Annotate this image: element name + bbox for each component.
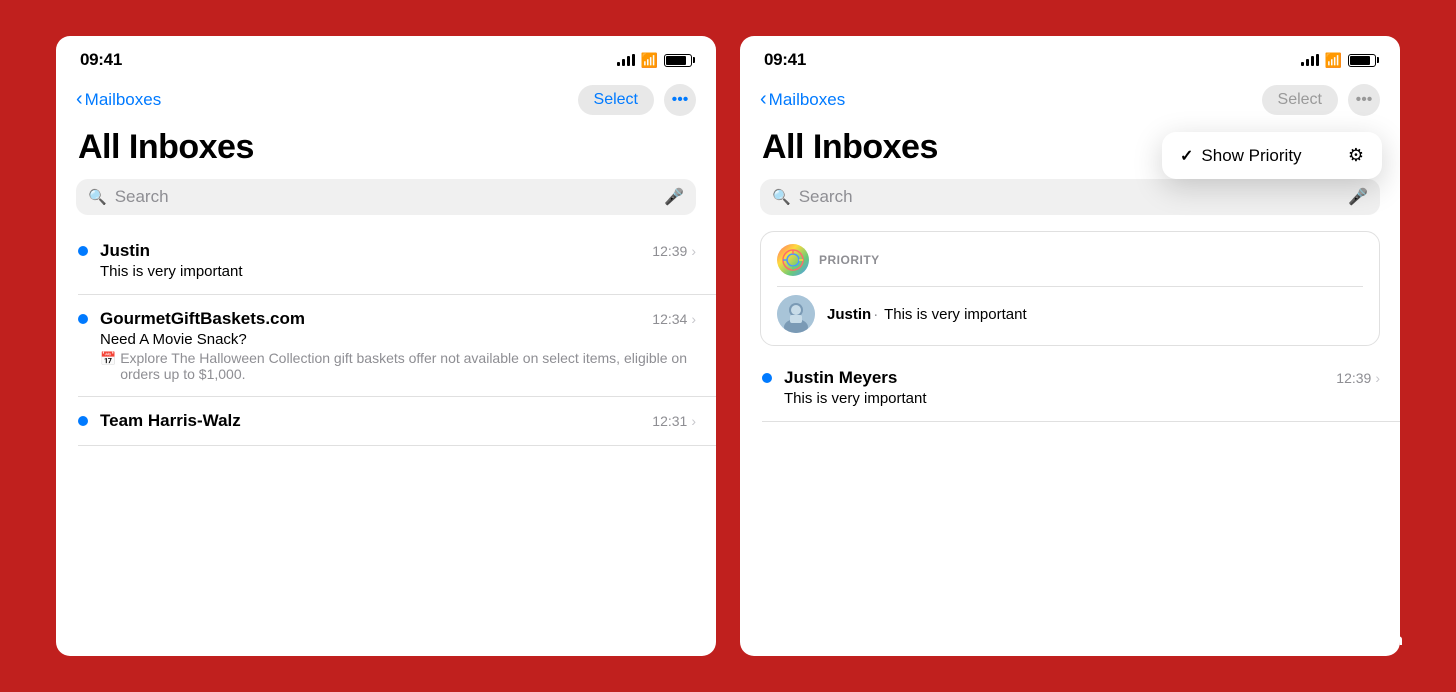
left-unread-dot-gourmet (78, 314, 88, 324)
left-email-sender-gourmet: GourmetGiftBaskets.com (100, 309, 305, 329)
dropdown-gear-icon[interactable]: ⚙ (1348, 145, 1364, 166)
left-select-button[interactable]: Select (578, 85, 654, 115)
priority-sender: Justin (827, 306, 871, 323)
right-email-time-justin-meyers: 12:39 (1336, 370, 1371, 386)
left-email-header-harris: Team Harris-Walz 12:31 › (100, 411, 696, 431)
right-status-bar: 09:41 📶 (740, 36, 1400, 80)
right-phone-screen: 09:41 📶 ‹ Mailboxes (740, 36, 1400, 656)
left-email-content-justin: Justin 12:39 › This is very important (100, 241, 696, 280)
left-email-item-gourmet[interactable]: GourmetGiftBaskets.com 12:34 › Need A Mo… (78, 295, 716, 397)
left-search-icon: 🔍 (88, 188, 107, 206)
left-email-item-justin[interactable]: Justin 12:39 › This is very important (78, 227, 716, 295)
watermark: GadgetHacks.com (1263, 632, 1403, 650)
dropdown-checkmark-icon: ✓ (1180, 146, 1193, 166)
right-signal-icon (1301, 54, 1319, 66)
right-wifi-icon: 📶 (1325, 52, 1342, 69)
right-status-time: 09:41 (764, 50, 806, 70)
left-back-button[interactable]: ‹ Mailboxes (76, 89, 161, 111)
priority-header: PRIORITY (777, 244, 1363, 286)
right-mailboxes-link[interactable]: Mailboxes (769, 90, 846, 110)
right-unread-dot-justin-meyers (762, 373, 772, 383)
dropdown-show-priority-label: Show Priority (1201, 146, 1339, 166)
left-email-header-gourmet: GourmetGiftBaskets.com 12:34 › (100, 309, 696, 329)
right-nav-actions: Select ••• (1262, 84, 1380, 116)
left-phone-screen: 09:41 📶 ‹ Mailboxes (56, 36, 716, 656)
left-email-sender-justin: Justin (100, 241, 150, 261)
left-status-bar: 09:41 📶 (56, 36, 716, 80)
left-email-content-harris: Team Harris-Walz 12:31 › (100, 411, 696, 431)
left-email-time-gourmet: 12:34 (652, 311, 687, 327)
priority-avatar (777, 295, 815, 333)
right-search-icon: 🔍 (772, 188, 791, 206)
right-search-placeholder: Search (799, 187, 1340, 207)
right-more-button[interactable]: ••• (1348, 84, 1380, 116)
left-unread-dot-justin (78, 246, 88, 256)
right-email-subject-justin-meyers: This is very important (784, 390, 1380, 407)
left-email-chevron-harris: › (691, 413, 696, 429)
left-search-bar[interactable]: 🔍 Search 🎤 (76, 179, 696, 215)
left-status-icons: 📶 (617, 52, 692, 69)
priority-email-text: Justin· This is very important (827, 306, 1027, 323)
right-status-icons: 📶 (1301, 52, 1376, 69)
left-email-header-justin: Justin 12:39 › (100, 241, 696, 261)
left-email-chevron-justin: › (691, 243, 696, 259)
left-nav-actions: Select ••• (578, 84, 696, 116)
dropdown-menu[interactable]: ✓ Show Priority ⚙ (1162, 132, 1382, 179)
right-mic-icon[interactable]: 🎤 (1348, 187, 1368, 207)
left-calendar-icon: 📅 (100, 351, 116, 367)
left-status-time: 09:41 (80, 50, 122, 70)
right-email-item-justin-meyers[interactable]: Justin Meyers 12:39 › This is very impor… (762, 354, 1400, 422)
right-email-content-justin-meyers: Justin Meyers 12:39 › This is very impor… (784, 368, 1380, 407)
priority-icon (777, 244, 809, 276)
left-nav-bar: ‹ Mailboxes Select ••• (56, 80, 716, 124)
outer-container: 09:41 📶 ‹ Mailboxes (33, 30, 1423, 662)
right-email-sender-justin-meyers: Justin Meyers (784, 368, 897, 388)
left-wifi-icon: 📶 (641, 52, 658, 69)
left-ellipsis-icon: ••• (672, 91, 689, 109)
left-battery-icon (664, 54, 692, 67)
left-unread-dot-harris (78, 416, 88, 426)
priority-email[interactable]: Justin· This is very important (777, 286, 1363, 333)
left-email-time-justin: 12:39 (652, 243, 687, 259)
right-search-bar[interactable]: 🔍 Search 🎤 (760, 179, 1380, 215)
left-more-button[interactable]: ••• (664, 84, 696, 116)
left-email-sender-harris: Team Harris-Walz (100, 411, 241, 431)
right-ellipsis-icon: ••• (1356, 91, 1373, 109)
left-back-chevron-icon: ‹ (76, 88, 83, 111)
left-email-chevron-gourmet: › (691, 311, 696, 327)
right-email-chevron-justin-meyers: › (1375, 370, 1380, 386)
left-email-list: Justin 12:39 › This is very important Go… (56, 227, 716, 656)
left-signal-icon (617, 54, 635, 66)
priority-section: PRIORITY Justin· This is very important (760, 231, 1380, 346)
left-mic-icon[interactable]: 🎤 (664, 187, 684, 207)
right-nav-bar: ‹ Mailboxes Select ••• (740, 80, 1400, 124)
priority-label: PRIORITY (819, 253, 880, 267)
right-battery-icon (1348, 54, 1376, 67)
right-select-button[interactable]: Select (1262, 85, 1338, 115)
right-email-header-justin-meyers: Justin Meyers 12:39 › (784, 368, 1380, 388)
left-mailboxes-link[interactable]: Mailboxes (85, 90, 162, 110)
priority-subject: This is very important (884, 306, 1027, 323)
left-search-placeholder: Search (115, 187, 656, 207)
left-email-item-harris[interactable]: Team Harris-Walz 12:31 › (78, 397, 716, 446)
dropdown-show-priority-item[interactable]: ✓ Show Priority ⚙ (1162, 132, 1382, 179)
right-back-chevron-icon: ‹ (760, 88, 767, 111)
left-email-subject-gourmet: Need A Movie Snack? (100, 331, 696, 348)
right-email-list: Justin Meyers 12:39 › This is very impor… (740, 354, 1400, 656)
left-email-preview-text-gourmet: Explore The Halloween Collection gift ba… (120, 350, 696, 382)
left-email-time-harris: 12:31 (652, 413, 687, 429)
priority-separator: · (873, 306, 878, 323)
right-back-button[interactable]: ‹ Mailboxes (760, 89, 845, 111)
left-email-content-gourmet: GourmetGiftBaskets.com 12:34 › Need A Mo… (100, 309, 696, 382)
left-email-preview-gourmet: 📅 Explore The Halloween Collection gift … (100, 350, 696, 382)
left-email-subject-justin: This is very important (100, 263, 696, 280)
left-page-title: All Inboxes (56, 124, 716, 179)
